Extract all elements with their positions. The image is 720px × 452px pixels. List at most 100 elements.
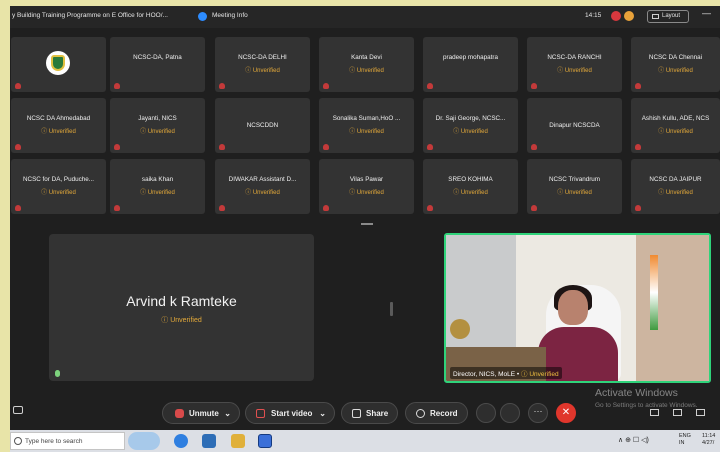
participant-tile[interactable]: Ashish Kullu, ADE, NCS ⓘ Unverified: [631, 98, 720, 153]
mic-muted-icon: [531, 144, 537, 150]
participants-icon[interactable]: [650, 409, 659, 416]
record-icon: [416, 409, 425, 418]
emblem-icon: [51, 55, 65, 71]
mic-muted-icon: [15, 83, 21, 89]
participant-name: Ashish Kullu, ADE, NCS: [641, 115, 710, 122]
participant-tile[interactable]: [11, 37, 106, 92]
security-icon[interactable]: [611, 11, 621, 21]
shield-icon[interactable]: [624, 11, 634, 21]
meeting-info-icon[interactable]: [198, 12, 207, 21]
whiteboard-icon[interactable]: [696, 409, 705, 416]
participant-name: NCSC Trivandrum: [548, 176, 601, 183]
participant-status: ⓘ Unverified: [245, 68, 280, 74]
reactions-icon[interactable]: [500, 403, 520, 423]
mic-muted-icon: [635, 83, 641, 89]
participant-name: NCSC-DA, Patna: [133, 54, 182, 61]
participant-status: ⓘ Unverified: [41, 190, 76, 196]
participant-tile[interactable]: NCSC DA Chennai ⓘ Unverified: [631, 37, 720, 92]
participant-tile[interactable]: Dinapur NCSCDA: [527, 98, 622, 153]
language-indicator[interactable]: ENG IN: [679, 433, 691, 447]
video-off-icon: [256, 409, 265, 418]
participant-name: SREO KOHIMA: [448, 176, 493, 183]
participant-tile[interactable]: NCSC-DA DELHI ⓘ Unverified: [215, 37, 310, 92]
participant-status: ⓘ Unverified: [245, 190, 280, 196]
taskbar-search-box[interactable]: Type here to search: [10, 432, 125, 450]
participant-name: Jayanti, NICS: [138, 115, 177, 122]
start-video-button[interactable]: Start video ⌄: [245, 402, 335, 424]
system-tray-icons[interactable]: ∧ ⊕ ☐ ◁): [618, 436, 649, 444]
mic-muted-icon: [323, 205, 329, 211]
meeting-title: y Building Training Programme on E Offic…: [12, 12, 168, 19]
meeting-info-link[interactable]: Meeting Info: [212, 12, 248, 19]
participant-name: NCSC DA Ahmedabad: [26, 115, 91, 122]
participant-name: Dr. Saji George, NCSC...: [435, 115, 506, 122]
participant-tile[interactable]: NCSC-DA, Patna: [110, 37, 205, 92]
participant-tile[interactable]: NCSC Trivandrum ⓘ Unverified: [527, 159, 622, 214]
participant-tile[interactable]: Kanta Devi ⓘ Unverified: [319, 37, 414, 92]
chevron-down-icon[interactable]: ⌄: [319, 409, 326, 418]
split-drag-handle[interactable]: [390, 302, 393, 316]
mic-muted-icon: [531, 83, 537, 89]
participant-status: ⓘ Unverified: [658, 190, 693, 196]
layout-icon: [652, 14, 659, 19]
more-options-button[interactable]: ···: [528, 403, 548, 423]
unmute-label: Unmute: [189, 409, 219, 418]
participant-name: DIWAKAR Assistant D...: [228, 176, 297, 183]
participant-tile[interactable]: saika Khan ⓘ Unverified: [110, 159, 205, 214]
participant-tile[interactable]: pradeep mohapatra: [423, 37, 518, 92]
record-button[interactable]: Record: [405, 402, 468, 424]
zoom-meeting-window: y Building Training Programme on E Offic…: [10, 6, 720, 430]
participant-tile[interactable]: NCSCDDN: [215, 98, 310, 153]
mic-muted-icon: [323, 83, 329, 89]
participant-tile[interactable]: Dr. Saji George, NCSC... ⓘ Unverified: [423, 98, 518, 153]
participant-name: Vilas Pawar: [349, 176, 384, 183]
participant-status: ⓘ Unverified: [453, 129, 488, 135]
participant-tile[interactable]: SREO KOHIMA ⓘ Unverified: [423, 159, 518, 214]
clock-date: 4/27/: [702, 440, 715, 446]
region-code: IN: [679, 440, 685, 446]
minimize-icon[interactable]: —: [702, 8, 711, 18]
participant-tile[interactable]: Jayanti, NICS ⓘ Unverified: [110, 98, 205, 153]
participant-tile[interactable]: NCSC-DA RANCHI ⓘ Unverified: [527, 37, 622, 92]
participant-tile[interactable]: Vilas Pawar ⓘ Unverified: [319, 159, 414, 214]
file-explorer-icon[interactable]: [231, 434, 245, 448]
participant-name: NCSC DA JAIPUR: [649, 176, 702, 183]
start-video-label: Start video: [271, 409, 313, 418]
participant-status: ⓘ Unverified: [349, 190, 384, 196]
apps-icon[interactable]: [673, 409, 682, 416]
participant-name: Sonalika Suman,HoO ...: [332, 115, 401, 122]
mic-muted-icon: [114, 144, 120, 150]
participant-name: Dinapur NCSCDA: [549, 122, 600, 129]
panel-resize-handle[interactable]: [361, 223, 373, 225]
speaker-tile[interactable]: Arvind k Ramteke ⓘ Unverified: [49, 234, 314, 381]
participant-name: Kanta Devi: [351, 54, 382, 61]
task-view-icon[interactable]: [202, 434, 216, 448]
share-button[interactable]: Share: [341, 402, 398, 424]
widgets-icon[interactable]: [128, 432, 160, 450]
browser-icon[interactable]: [174, 434, 188, 448]
desk-clock-image: [450, 319, 470, 339]
chat-icon[interactable]: [13, 406, 23, 414]
participant-tile[interactable]: NCSC DA Ahmedabad ⓘ Unverified: [11, 98, 106, 153]
participant-tile[interactable]: NCSC DA JAIPUR ⓘ Unverified: [631, 159, 720, 214]
zoom-app-icon[interactable]: [258, 434, 272, 448]
taskbar-clock[interactable]: 11:14 4/27/: [702, 433, 715, 447]
participant-status: ⓘ Unverified: [140, 190, 175, 196]
participant-tile[interactable]: NCSC for DA, Puduche... ⓘ Unverified: [11, 159, 106, 214]
active-video-tile[interactable]: Director, NICS, MoLE • ⓘ Unverified: [444, 233, 711, 383]
mic-muted-icon: [175, 409, 184, 418]
participant-tile[interactable]: DIWAKAR Assistant D... ⓘ Unverified: [215, 159, 310, 214]
participant-tile[interactable]: Sonalika Suman,HoO ... ⓘ Unverified: [319, 98, 414, 153]
raise-hand-icon[interactable]: [476, 403, 496, 423]
unmute-button[interactable]: Unmute ⌄: [162, 402, 240, 424]
layout-button[interactable]: Layout: [647, 10, 689, 23]
end-call-button[interactable]: ✕: [556, 403, 576, 423]
mic-muted-icon: [219, 83, 225, 89]
chevron-down-icon[interactable]: ⌄: [224, 409, 231, 418]
activate-windows-subtitle: Go to Settings to activate Windows.: [595, 402, 698, 409]
mic-muted-icon: [114, 83, 120, 89]
speaker-name: Arvind k Ramteke: [126, 293, 237, 309]
participant-status: ⓘ Unverified: [557, 68, 592, 74]
video-participant-name: Director, NICS, MoLE •: [453, 371, 520, 378]
participant-name: NCSC-DA RANCHI: [547, 54, 602, 61]
